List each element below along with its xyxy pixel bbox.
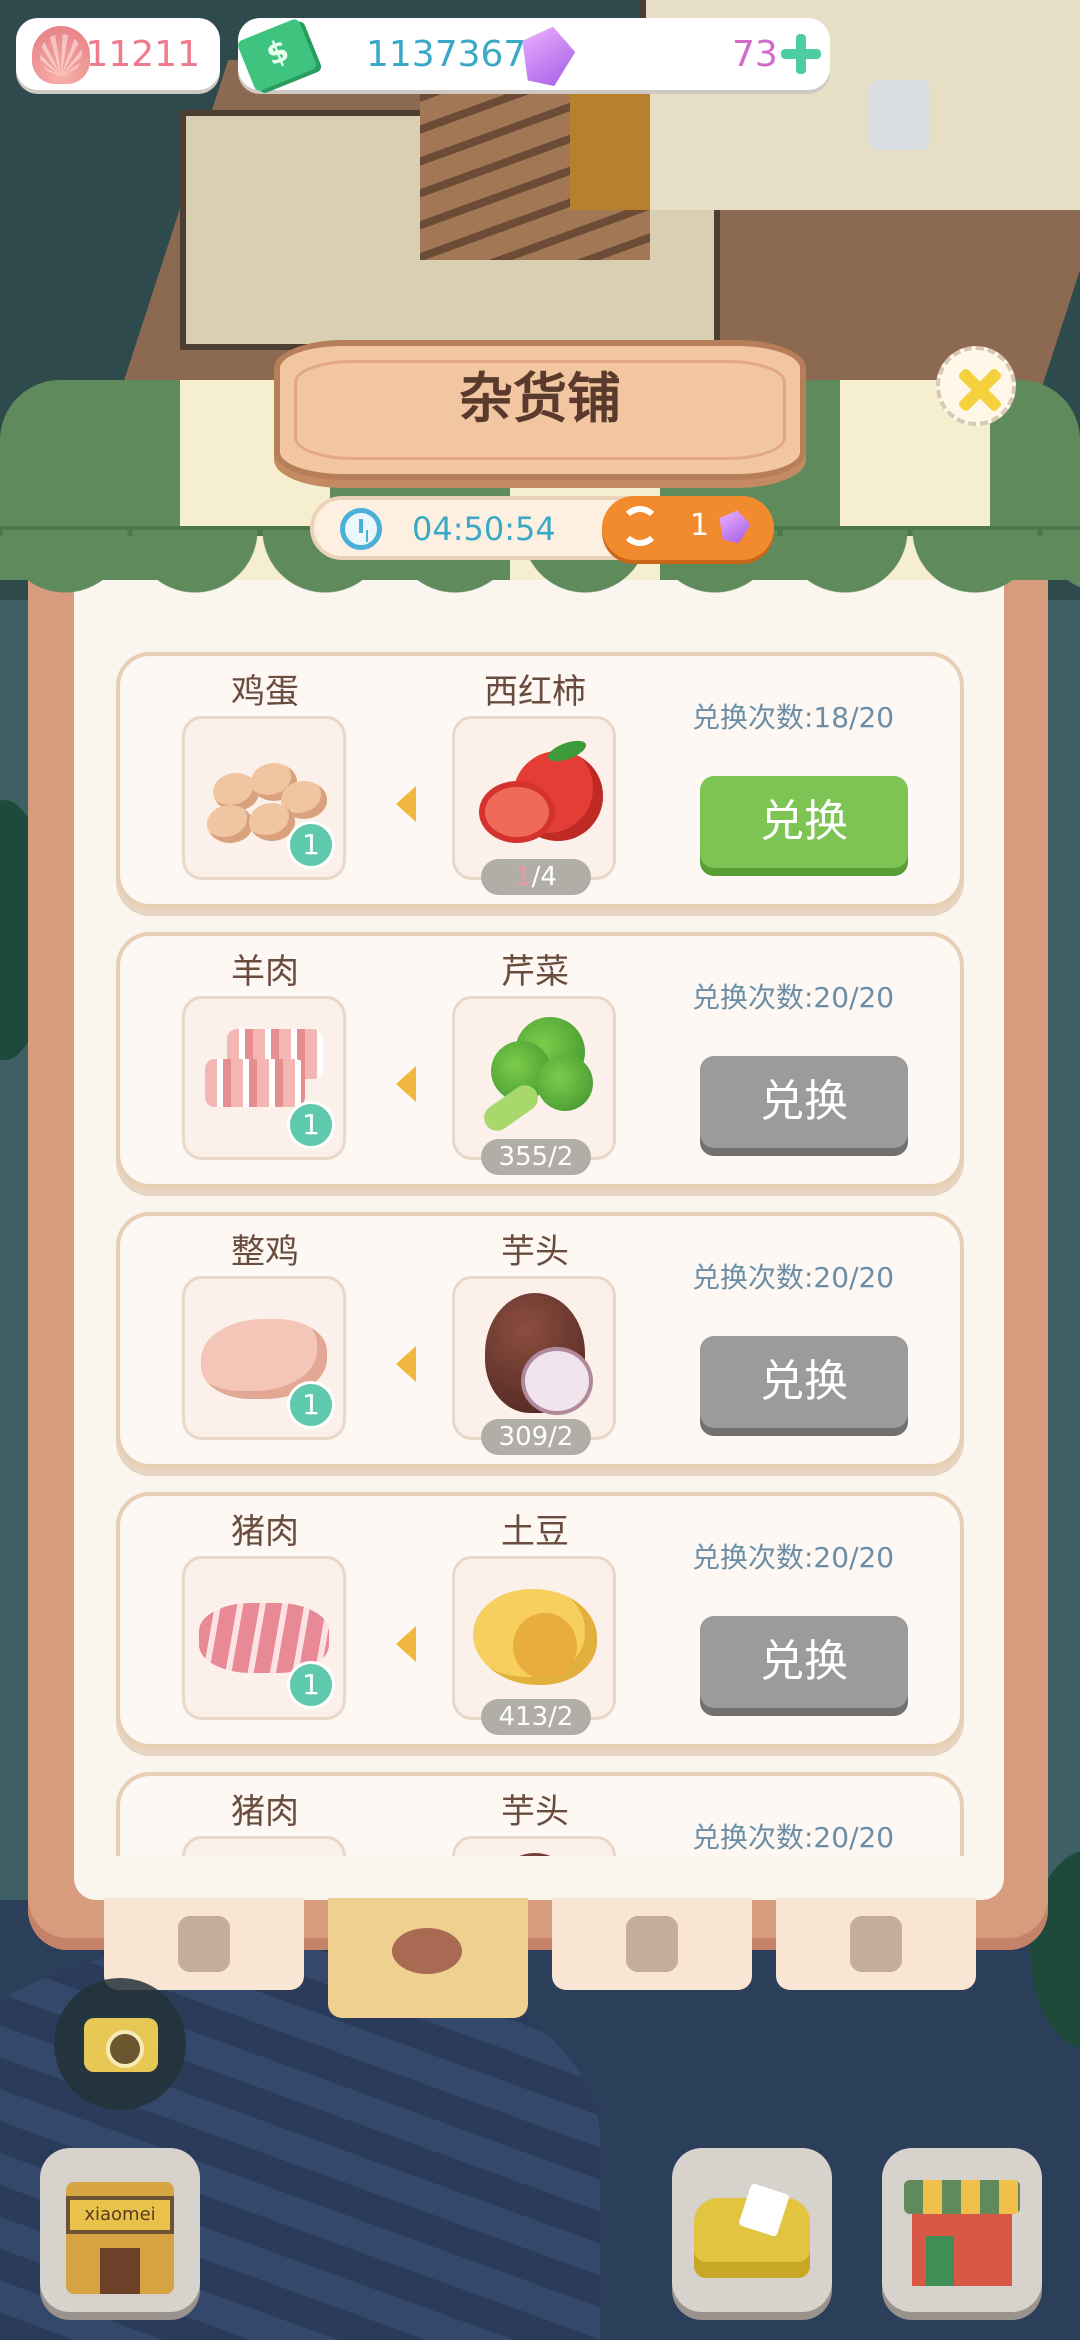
cash-amount: 11373676 bbox=[366, 33, 550, 75]
give-item-name: 猪肉 bbox=[231, 1792, 299, 1832]
store-awning-icon bbox=[904, 2180, 1020, 2214]
get-item-slot[interactable]: 309/2 bbox=[452, 1276, 616, 1455]
shell-currency-counter: 11211 bbox=[16, 18, 220, 90]
trade-card: 整鸡 芋头 1 309/2 兑换次数:20/20 兑换 bbox=[116, 1212, 964, 1468]
give-quantity-badge: 1 bbox=[287, 1661, 335, 1709]
shell-icon bbox=[32, 26, 90, 84]
shop-title: 杂货铺 bbox=[459, 367, 621, 430]
give-item-slot[interactable]: 1 bbox=[182, 996, 346, 1160]
exchange-limit: 兑换次数:20/20 bbox=[692, 1261, 895, 1294]
give-item-slot[interactable]: 1 bbox=[182, 1556, 346, 1720]
tab-grains[interactable] bbox=[552, 1898, 752, 1990]
exchange-limit: 兑换次数:20/20 bbox=[692, 1541, 895, 1574]
give-quantity-badge: 1 bbox=[287, 821, 335, 869]
celery-icon bbox=[471, 1011, 601, 1141]
refresh-timer-bar: 04:50:54 1 bbox=[310, 496, 774, 560]
exchange-button[interactable]: 兑换 bbox=[700, 776, 908, 868]
get-item-slot[interactable] bbox=[452, 1836, 616, 1856]
close-button[interactable] bbox=[936, 346, 1016, 426]
furniture-button[interactable] bbox=[672, 2148, 832, 2312]
give-quantity-badge: 1 bbox=[287, 1101, 335, 1149]
honey-pot-icon bbox=[850, 1916, 902, 1972]
exchange-limit: 兑换次数:18/20 bbox=[692, 701, 895, 734]
stock-need: /4 bbox=[531, 862, 557, 892]
refresh-countdown: 04:50:54 bbox=[412, 510, 556, 548]
refresh-cost: 1 bbox=[690, 508, 710, 543]
taro-icon bbox=[485, 1293, 593, 1415]
get-item-slot[interactable]: 355/2 bbox=[452, 996, 616, 1175]
cash-icon bbox=[236, 17, 318, 93]
give-item-name: 猪肉 bbox=[231, 1512, 299, 1552]
exchange-arrow-icon bbox=[396, 786, 416, 822]
meat-icon bbox=[392, 1928, 462, 1974]
exchange-arrow-icon bbox=[396, 1066, 416, 1102]
get-item-name: 西红柿 bbox=[484, 672, 586, 712]
stock-badge: 309/2 bbox=[481, 1419, 591, 1455]
trade-card: 羊肉 芹菜 1 355/2 兑换次数:20/20 兑换 bbox=[116, 932, 964, 1188]
refresh-button[interactable]: 1 bbox=[602, 496, 774, 560]
trade-card: 鸡蛋 西红柿 1 1/4 兑换次数:18/20 兑换 bbox=[116, 652, 964, 908]
stock-badge: 1/4 bbox=[481, 859, 591, 895]
stock-badge: 355/2 bbox=[481, 1139, 591, 1175]
potato-icon bbox=[473, 1589, 597, 1685]
taro-icon bbox=[485, 1853, 585, 1856]
shop-title-sign: 杂货铺 bbox=[274, 330, 806, 490]
tomato-icon bbox=[473, 736, 603, 857]
gem-icon bbox=[715, 507, 753, 545]
exchange-button[interactable]: 兑换 bbox=[700, 1056, 908, 1148]
exchange-limit: 兑换次数:20/20 bbox=[692, 981, 895, 1014]
home-sign: xiaomei bbox=[66, 2196, 174, 2234]
tab-honey[interactable] bbox=[776, 1898, 976, 1990]
give-item-name: 整鸡 bbox=[231, 1232, 299, 1272]
refresh-icon bbox=[620, 506, 660, 546]
exchange-arrow-icon bbox=[396, 1626, 416, 1662]
exchange-arrow-icon bbox=[396, 1346, 416, 1382]
exchange-limit: 兑换次数:20/20 bbox=[692, 1821, 895, 1854]
store-button[interactable] bbox=[882, 2148, 1042, 2312]
stock-badge: 413/2 bbox=[481, 1699, 591, 1735]
give-item-name: 鸡蛋 bbox=[231, 672, 299, 712]
give-item-slot[interactable]: 1 bbox=[182, 1276, 346, 1440]
camera-icon bbox=[84, 2018, 158, 2072]
store-front-icon bbox=[912, 2214, 1012, 2286]
exchange-button[interactable]: 兑换 bbox=[700, 1616, 908, 1708]
get-item-name: 芋头 bbox=[501, 1792, 569, 1832]
get-item-slot[interactable]: 413/2 bbox=[452, 1556, 616, 1735]
tab-seasonings[interactable] bbox=[104, 1898, 304, 1990]
trade-card: 猪肉 芋头 兑换次数:20/20 bbox=[116, 1772, 964, 1856]
add-gems-button[interactable] bbox=[778, 32, 822, 76]
give-item-slot[interactable]: 1 bbox=[182, 716, 346, 880]
get-item-name: 芋头 bbox=[501, 1232, 569, 1272]
house-door bbox=[100, 2248, 140, 2294]
shell-amount: 11211 bbox=[85, 33, 200, 75]
soy-sauce-bottle-icon bbox=[178, 1916, 230, 1972]
give-item-name: 羊肉 bbox=[231, 952, 299, 992]
trade-list[interactable]: 鸡蛋 西红柿 1 1/4 兑换次数:18/20 兑换 羊肉 芹菜 1 355/2… bbox=[74, 600, 1004, 1856]
give-item-slot[interactable] bbox=[182, 1836, 346, 1856]
washing-machine bbox=[870, 80, 930, 150]
give-quantity-badge: 1 bbox=[287, 1381, 335, 1429]
tab-meat[interactable] bbox=[328, 1898, 528, 2018]
gem-amount: 73 bbox=[732, 33, 778, 75]
exchange-button[interactable]: 兑换 bbox=[700, 1336, 908, 1428]
grain-sack-icon bbox=[626, 1916, 678, 1972]
get-item-name: 土豆 bbox=[501, 1512, 569, 1552]
get-item-slot[interactable]: 1/4 bbox=[452, 716, 616, 895]
get-item-name: 芹菜 bbox=[501, 952, 569, 992]
camera-button[interactable] bbox=[54, 1978, 186, 2110]
alarm-clock-icon bbox=[340, 508, 382, 550]
trade-card: 猪肉 土豆 1 413/2 兑换次数:20/20 兑换 bbox=[116, 1492, 964, 1748]
stock-have: 1 bbox=[515, 862, 532, 892]
cash-gem-counter: 11373676 73 bbox=[236, 17, 830, 93]
home-button[interactable]: xiaomei bbox=[40, 2148, 200, 2312]
wooden-door bbox=[570, 90, 650, 210]
